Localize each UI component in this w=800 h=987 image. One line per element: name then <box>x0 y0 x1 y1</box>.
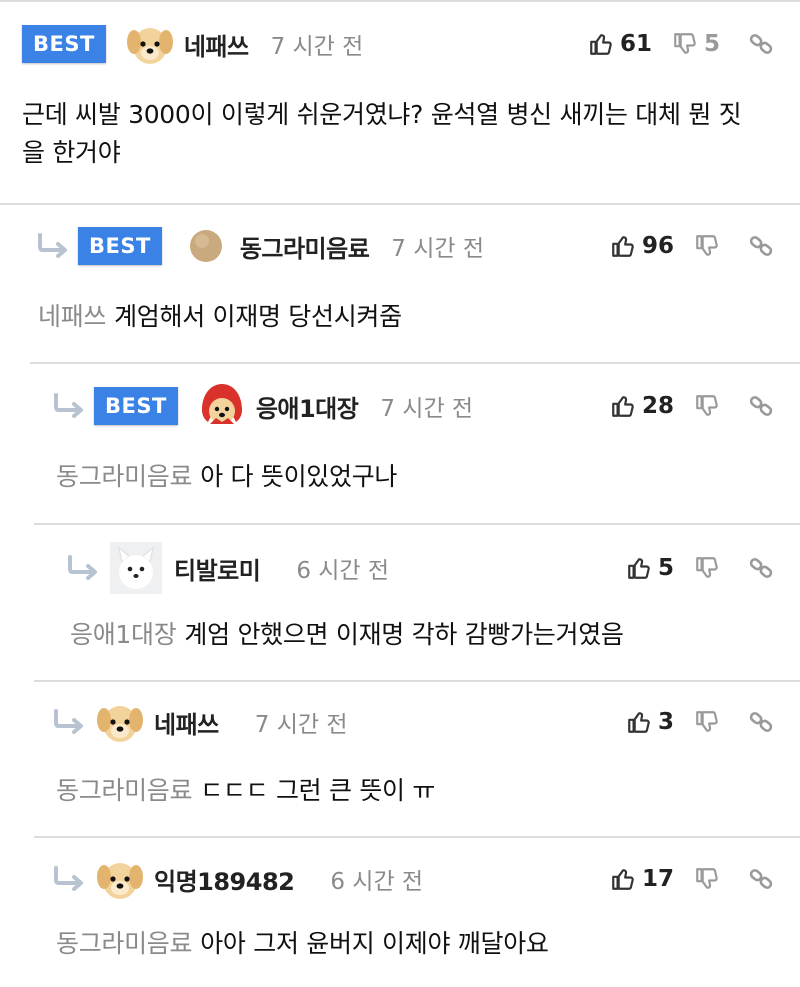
timestamp: 7 시간 전 <box>254 712 348 738</box>
comment-text: 동그라미음료 아 다 뜻이있었구나 <box>56 458 397 496</box>
like-button[interactable]: 28 <box>610 393 674 419</box>
dislike-button[interactable] <box>694 555 720 581</box>
comment-1: BEST 네패쓰 7 시간 전 61 5 근데 씨발 3000이 이렇게 쉬운거… <box>0 16 800 202</box>
like-button[interactable]: 5 <box>626 555 674 581</box>
comment-3: BEST 응애1대장 7 시간 전 28 동그라미음료 아 다 뜻이있었구나 <box>0 378 800 518</box>
like-count: 17 <box>641 866 674 892</box>
puppy-icon[interactable] <box>94 853 146 905</box>
comment-text-content: ㄷㄷㄷ 그런 큰 뜻이 ㅠ <box>200 776 436 805</box>
timestamp: 7 시간 전 <box>380 396 474 422</box>
link-icon[interactable] <box>748 233 774 259</box>
comment-actions: 3 <box>626 694 774 750</box>
like-count: 28 <box>641 393 674 419</box>
comment-text: 동그라미음료 아아 그저 윤버지 이제야 깨달아요 <box>56 925 549 963</box>
like-button[interactable]: 17 <box>610 866 674 892</box>
dislike-button[interactable] <box>694 233 720 259</box>
best-badge: BEST <box>22 25 106 63</box>
dislike-button[interactable] <box>694 393 720 419</box>
comment-6: 익명189482 6 시간 전 17 동그라미음료 아아 그저 윤버지 이제야 깨… <box>0 851 800 987</box>
reply-arrow-icon <box>52 707 86 737</box>
puppy-icon[interactable] <box>124 18 176 70</box>
like-button[interactable]: 61 <box>588 31 652 57</box>
nickname[interactable]: 네패쓰 <box>184 27 249 62</box>
reply-arrow-icon <box>52 391 86 421</box>
comment-text-content: 계엄 안했으면 이재명 각하 감빵가는거였음 <box>184 620 624 649</box>
comment-text-content: 아 다 뜻이있었구나 <box>200 462 398 491</box>
mention-link[interactable]: 동그라미음료 <box>56 776 193 805</box>
comment-divider <box>34 680 800 682</box>
like-button[interactable]: 96 <box>610 233 674 259</box>
mention-link[interactable]: 동그라미음료 <box>56 929 193 958</box>
link-icon[interactable] <box>748 866 774 892</box>
dislike-button[interactable]: 5 <box>672 31 720 57</box>
timestamp: 7 시간 전 <box>391 236 485 262</box>
comment-actions: 5 <box>626 540 774 596</box>
dislike-button[interactable] <box>694 709 720 735</box>
comment-actions: 96 <box>610 218 774 274</box>
circle-icon[interactable] <box>180 220 232 272</box>
comment-text: 근데 씨발 3000이 이렇게 쉬운거였냐? 윤석열 병신 새끼는 대체 뭔 짓… <box>22 100 742 167</box>
top-divider <box>0 0 800 2</box>
timestamp: 6 시간 전 <box>330 869 424 895</box>
dislike-button[interactable] <box>694 866 720 892</box>
like-count: 3 <box>657 709 674 735</box>
reply-arrow-icon <box>52 864 86 894</box>
like-count: 5 <box>657 555 674 581</box>
like-button[interactable]: 3 <box>626 709 674 735</box>
mention-link[interactable]: 응애1대장 <box>70 620 177 649</box>
timestamp: 6 시간 전 <box>296 558 390 584</box>
like-count: 96 <box>641 233 674 259</box>
comment-divider <box>34 523 800 525</box>
comment-text: 응애1대장 계엄 안했으면 이재명 각하 감빵가는거였음 <box>70 616 624 654</box>
nickname[interactable]: 네패쓰 <box>154 705 219 740</box>
white-dog-icon[interactable] <box>108 542 164 594</box>
comment-text-content: 아아 그저 윤버지 이제야 깨달아요 <box>200 929 549 958</box>
comment-2: BEST 동그라미음료 7 시간 전 96 네패쓰 계엄해서 이재명 당선시켜줌 <box>0 218 800 358</box>
link-icon[interactable] <box>748 31 774 57</box>
mention-link[interactable]: 네패쓰 <box>38 302 106 331</box>
comment-actions: 28 <box>610 378 774 434</box>
best-badge: BEST <box>78 227 162 265</box>
reply-arrow-icon <box>36 231 70 261</box>
red-hood-puppy-icon[interactable] <box>196 380 248 432</box>
best-badge: BEST <box>94 387 178 425</box>
dislike-count: 5 <box>703 31 720 57</box>
comment-divider <box>0 203 800 205</box>
comment-text: 동그라미음료 ㄷㄷㄷ 그런 큰 뜻이 ㅠ <box>56 772 435 810</box>
link-icon[interactable] <box>748 709 774 735</box>
nickname[interactable]: 익명189482 <box>154 862 295 897</box>
reply-arrow-icon <box>66 553 100 583</box>
comment-actions: 17 <box>610 851 774 907</box>
nickname[interactable]: 동그라미음료 <box>240 229 370 264</box>
comment-text-content: 계엄해서 이재명 당선시켜줌 <box>114 302 402 331</box>
comment-text: 네패쓰 계엄해서 이재명 당선시켜줌 <box>38 298 402 336</box>
comment-4: 티발로미 6 시간 전 5 응애1대장 계엄 안했으면 이재명 각하 감빵가는거였… <box>0 540 800 680</box>
comment-actions: 61 5 <box>588 16 774 72</box>
comment-divider <box>30 362 800 364</box>
nickname[interactable]: 응애1대장 <box>256 389 359 424</box>
puppy-icon[interactable] <box>94 696 146 748</box>
comment-5: 네패쓰 7 시간 전 3 동그라미음료 ㄷㄷㄷ 그런 큰 뜻이 ㅠ <box>0 694 800 834</box>
mention-link[interactable]: 동그라미음료 <box>56 462 193 491</box>
nickname[interactable]: 티발로미 <box>174 551 261 586</box>
link-icon[interactable] <box>748 393 774 419</box>
like-count: 61 <box>619 31 652 57</box>
comment-divider <box>34 836 800 838</box>
timestamp: 7 시간 전 <box>270 34 364 60</box>
link-icon[interactable] <box>748 555 774 581</box>
